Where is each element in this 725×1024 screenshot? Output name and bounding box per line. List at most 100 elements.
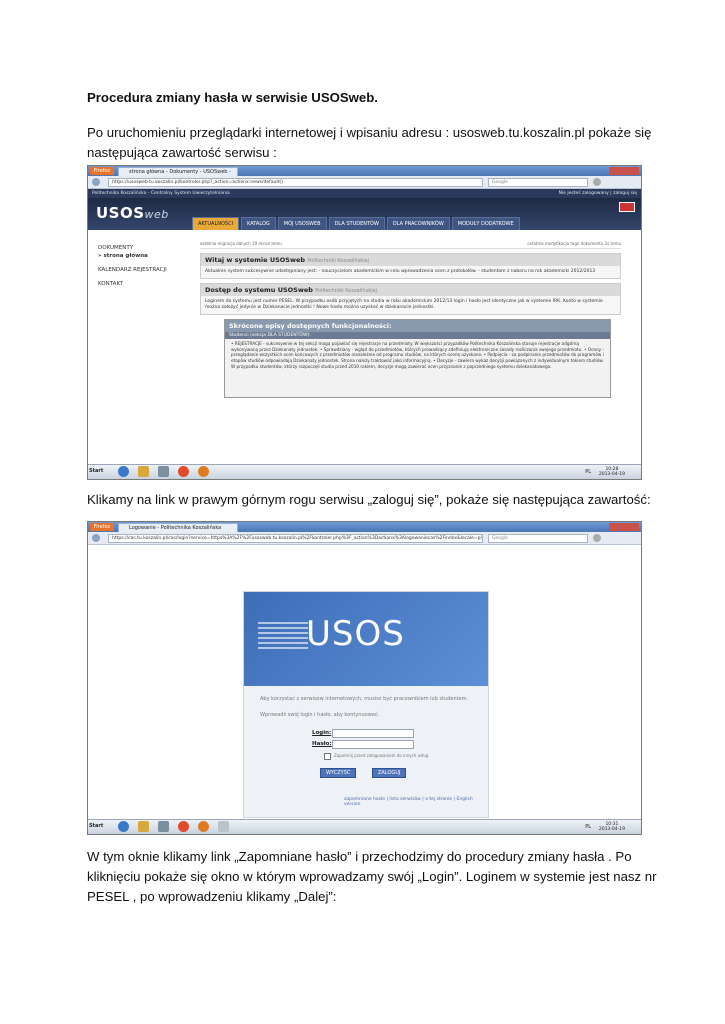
address-bar[interactable]: https://usosweb.tu.koszalin.pl/kontroler… xyxy=(108,178,483,187)
ie-icon[interactable] xyxy=(118,821,129,832)
menu-item-katalog[interactable]: KATALOG xyxy=(241,217,276,231)
access-title: Dostęp do systemu USOSweb xyxy=(205,286,313,294)
home-icon[interactable] xyxy=(593,534,601,542)
remember-checkbox[interactable] xyxy=(324,753,331,760)
password-label: Hasło: xyxy=(312,741,332,747)
footer-links[interactable]: zapomniane hasło | lista serwisów | o te… xyxy=(344,797,488,807)
english-flag-icon[interactable] xyxy=(619,202,635,212)
login-page: USOS Aby korzystać z serwisów internetow… xyxy=(88,545,641,821)
media-icon[interactable] xyxy=(158,821,169,832)
menu-item-moj-usosweb[interactable]: MÓJ USOSWEB xyxy=(277,217,327,231)
doc-paragraph-1-line-1: Po uruchomieniu przeglądarki internetowe… xyxy=(87,125,652,140)
sidebar-item-kalendarz[interactable]: KALENDARZ REJESTRACJI xyxy=(98,266,198,274)
sidebar-item-kontakt[interactable]: KONTAKT xyxy=(98,280,198,288)
browser-tab[interactable]: strona główna - Dokumenty - USOSweb - Po… xyxy=(118,167,238,184)
doc-paragraph-3-line-1: W tym oknie klikamy link „Zapomniane has… xyxy=(87,849,632,864)
welcome-text: Aktualnie system sukcesywnie udostępnian… xyxy=(205,269,596,274)
site-header: USOSweb AKTUALNOŚCI KATALOG MÓJ USOSWEB … xyxy=(88,198,641,231)
ie-icon[interactable] xyxy=(118,466,129,477)
functions-box: Skrócone opisy dostępnych funkcjonalnośc… xyxy=(224,319,611,398)
home-icon[interactable] xyxy=(593,178,601,186)
welcome-box: Witaj w systemie USOSweb Politechniki Ko… xyxy=(200,253,621,279)
taskbar: Start PL 10:28 2013-04-19 xyxy=(88,464,641,479)
doc-paragraph-3-line-3: PESEL , po wprowadzeniu klikamy „Dalej”: xyxy=(87,889,337,904)
back-icon[interactable] xyxy=(92,178,100,186)
language-indicator[interactable]: PL xyxy=(585,824,591,830)
chrome-icon[interactable] xyxy=(178,821,189,832)
screenshot-usosweb-home: Firefox strona główna - Dokumenty - USOS… xyxy=(87,165,642,480)
sidebar-item-dokumenty[interactable]: DOKUMENTY xyxy=(98,244,198,252)
firefox-icon[interactable] xyxy=(198,466,209,477)
main-content: ostatnia migracja danych 19 minut temu o… xyxy=(200,240,621,398)
browser-tab[interactable]: Logowanie - Politechnika Koszalińska xyxy=(118,523,238,532)
firefox-menu-button[interactable]: Firefox xyxy=(90,523,114,531)
clock: 10:31 2013-04-19 xyxy=(599,822,625,832)
login-label: Login: xyxy=(312,730,332,736)
usos-banner: USOS xyxy=(244,592,488,686)
clock-date: 2013-04-19 xyxy=(598,827,625,832)
doc-paragraph-1-line-2: następująca zawartość serwisu : xyxy=(87,145,277,160)
access-box-header: Dostęp do systemu USOSweb Politechniki K… xyxy=(201,284,620,296)
login-input[interactable] xyxy=(332,729,414,738)
sidebar-item-strona-glowna[interactable]: » strona główna xyxy=(98,252,198,260)
menu-item-aktualnosci[interactable]: AKTUALNOŚCI xyxy=(192,217,240,231)
screenshot-cas-login: Firefox Logowanie - Politechnika Koszali… xyxy=(87,521,642,835)
browser-titlebar: Firefox Logowanie - Politechnika Koszali… xyxy=(88,522,641,532)
functions-subtitle: Studenci (sekcja DLA STUDENTÓW): xyxy=(225,332,610,339)
taskbar: Start PL 10:31 2013-04-19 xyxy=(88,819,641,834)
welcome-subtitle: Politechniki Koszalińskiej xyxy=(307,258,370,264)
menu-item-moduly-dodatkowe[interactable]: MODUŁY DODATKOWE xyxy=(451,217,520,231)
folder-icon[interactable] xyxy=(138,466,149,477)
migration-info: ostatnia migracja danych 19 minut temu xyxy=(200,241,282,246)
functions-title: Skrócone opisy dostępnych funkcjonalnośc… xyxy=(225,320,610,332)
language-indicator[interactable]: PL xyxy=(585,469,591,475)
tool-icon[interactable] xyxy=(218,821,229,832)
functions-text: • REJESTRACJE - sukcesywnie w tej sekcji… xyxy=(225,339,610,397)
site-topbar-title: Politechnika Koszalińska - Centralny Sys… xyxy=(92,191,230,196)
usos-logo: USOS xyxy=(306,614,405,654)
search-box[interactable]: Google xyxy=(488,178,588,187)
search-box[interactable]: Google xyxy=(488,534,588,543)
address-bar[interactable]: https://cas.tu.koszalin.pl/cas/login?ser… xyxy=(108,534,483,543)
clock-date: 2013-04-19 xyxy=(598,472,625,477)
back-icon[interactable] xyxy=(92,534,100,542)
doc-paragraph-2: Klikamy na link w prawym górnym rogu ser… xyxy=(87,492,651,507)
usosweb-logo: USOSweb xyxy=(96,204,169,222)
login-info-2: Wprowadź swój login i hasło, aby kontynu… xyxy=(260,712,380,718)
window-controls[interactable] xyxy=(609,523,639,531)
access-subtitle: Politechniki Koszalińskiej xyxy=(315,288,377,294)
login-button[interactable]: ZALOGUJ xyxy=(372,768,407,778)
start-button[interactable]: Start xyxy=(89,821,109,832)
welcome-title: Witaj w systemie USOSweb xyxy=(205,256,306,264)
firefox-menu-button[interactable]: Firefox xyxy=(90,167,114,175)
main-menu: AKTUALNOŚCI KATALOG MÓJ USOSWEB DLA STUD… xyxy=(192,217,520,231)
doc-paragraph-3-line-2: kliknięciu pokaże się okno w którym wpro… xyxy=(87,869,657,884)
media-icon[interactable] xyxy=(158,466,169,477)
sidebar: DOKUMENTY » strona główna KALENDARZ REJE… xyxy=(98,244,198,294)
browser-titlebar: Firefox strona główna - Dokumenty - USOS… xyxy=(88,166,641,184)
firefox-icon[interactable] xyxy=(198,821,209,832)
info-bar: ostatnia migracja danych 19 minut temu o… xyxy=(200,240,621,249)
welcome-box-header: Witaj w systemie USOSweb Politechniki Ko… xyxy=(201,254,620,266)
menu-item-dla-studentow[interactable]: DLA STUDENTÓW xyxy=(328,217,385,231)
folder-icon[interactable] xyxy=(138,821,149,832)
clock: 10:28 2013-04-19 xyxy=(599,467,625,477)
logo-suffix: web xyxy=(144,208,169,221)
access-text: Loginem do systemu jest numer PESEL. W p… xyxy=(205,299,603,310)
start-button[interactable]: Start xyxy=(89,466,109,477)
browser-navbar: https://cas.tu.koszalin.pl/cas/login?ser… xyxy=(88,532,641,545)
modification-info: ostatnia modyfikacja tego dokumentu 2s t… xyxy=(527,241,621,246)
login-link[interactable]: Nie jesteś zalogowany | zaloguj się xyxy=(559,189,637,198)
access-box: Dostęp do systemu USOSweb Politechniki K… xyxy=(200,283,621,315)
usos-logo-stripes xyxy=(258,622,308,652)
password-input[interactable] xyxy=(332,740,414,749)
window-controls[interactable] xyxy=(609,167,639,175)
menu-item-dla-pracownikow[interactable]: DLA PRACOWNIKÓW xyxy=(386,217,450,231)
browser-navbar: https://usosweb.tu.koszalin.pl/kontroler… xyxy=(88,176,641,189)
login-panel: USOS Aby korzystać z serwisów internetow… xyxy=(243,591,489,818)
site-topbar: Politechnika Koszalińska - Centralny Sys… xyxy=(88,189,641,198)
login-info-1: Aby korzystać z serwisów internetowych, … xyxy=(260,696,469,702)
chrome-icon[interactable] xyxy=(178,466,189,477)
logo-text: USOS xyxy=(96,204,145,222)
clear-button[interactable]: WYCZYŚĆ xyxy=(320,768,357,778)
